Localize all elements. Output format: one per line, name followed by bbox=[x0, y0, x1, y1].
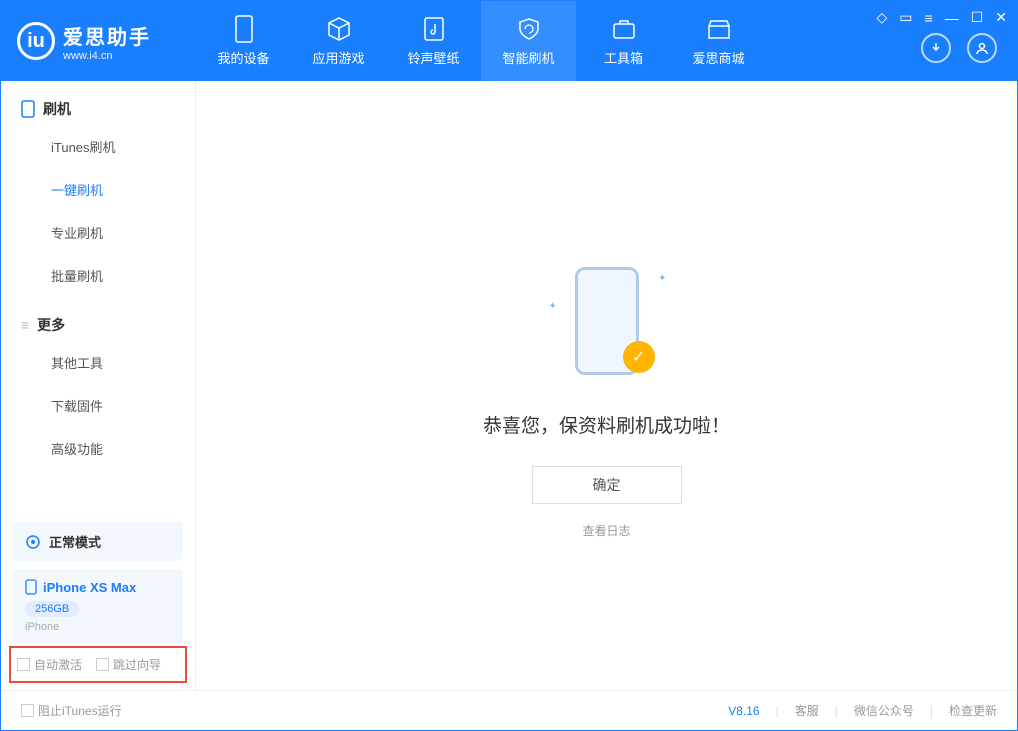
wechat-link[interactable]: 微信公众号 bbox=[854, 702, 914, 719]
sidebar-item-itunes-flash[interactable]: iTunes刷机 bbox=[1, 125, 195, 168]
app-logo-icon: iu bbox=[17, 22, 55, 60]
checkbox-skip-guide[interactable]: 跳过向导 bbox=[96, 656, 161, 673]
checkbox-label: 自动激活 bbox=[34, 656, 82, 673]
device-capacity: 256GB bbox=[25, 601, 79, 617]
tab-label: 铃声壁纸 bbox=[407, 48, 459, 67]
menu-icon[interactable]: ≡ bbox=[925, 10, 933, 26]
mode-label: 正常模式 bbox=[49, 532, 101, 551]
minimize-icon[interactable]: — bbox=[945, 10, 959, 26]
separator: | bbox=[835, 704, 838, 718]
sidebar-section-more: ≡ 更多 bbox=[1, 297, 195, 341]
phone-icon bbox=[21, 100, 35, 118]
checkbox-label: 跳过向导 bbox=[113, 656, 161, 673]
logo-area: iu 爱思助手 www.i4.cn bbox=[1, 21, 196, 62]
check-update-link[interactable]: 检查更新 bbox=[949, 702, 997, 719]
checkbox-icon bbox=[96, 658, 109, 671]
checkbox-label: 阻止iTunes运行 bbox=[38, 702, 122, 719]
download-button[interactable] bbox=[921, 33, 951, 63]
tab-apps-games[interactable]: 应用游戏 bbox=[291, 1, 386, 81]
tab-label: 爱思商城 bbox=[692, 48, 744, 67]
check-badge-icon: ✓ bbox=[623, 341, 655, 373]
tab-ringtone-wallpaper[interactable]: 铃声壁纸 bbox=[386, 1, 481, 81]
title-bar: iu 爱思助手 www.i4.cn 我的设备 应用游戏 铃声壁纸 智能刷机 工具… bbox=[1, 1, 1017, 81]
tab-smart-flash[interactable]: 智能刷机 bbox=[481, 1, 576, 81]
device-type: iPhone bbox=[25, 621, 171, 633]
close-icon[interactable]: ✕ bbox=[995, 9, 1007, 26]
shield-refresh-icon bbox=[516, 16, 542, 42]
maximize-icon[interactable]: ☐ bbox=[971, 9, 984, 26]
nav-tabs: 我的设备 应用游戏 铃声壁纸 智能刷机 工具箱 爱思商城 bbox=[196, 1, 766, 81]
ok-button[interactable]: 确定 bbox=[532, 466, 682, 504]
sidebar-section-flash: 刷机 bbox=[1, 81, 195, 125]
main-content: ✦ ✦ ✓ 恭喜您，保资料刷机成功啦！ 确定 查看日志 bbox=[196, 81, 1017, 691]
app-title: 爱思助手 bbox=[63, 21, 151, 50]
device-icon bbox=[231, 16, 257, 42]
separator: | bbox=[776, 704, 779, 718]
tab-toolbox[interactable]: 工具箱 bbox=[576, 1, 671, 81]
status-bar: 阻止iTunes运行 V8.16 | 客服 | 微信公众号 | 检查更新 bbox=[1, 690, 1017, 730]
success-message: 恭喜您，保资料刷机成功啦！ bbox=[483, 411, 730, 438]
success-illustration: ✦ ✦ ✓ bbox=[567, 261, 647, 381]
checkbox-row-highlighted: 自动激活 跳过向导 bbox=[9, 646, 187, 683]
version-label: V8.16 bbox=[728, 704, 759, 718]
sidebar: 刷机 iTunes刷机 一键刷机 专业刷机 批量刷机 ≡ 更多 其他工具 下载固… bbox=[1, 81, 196, 691]
mode-box[interactable]: 正常模式 bbox=[13, 522, 183, 561]
app-subtitle: www.i4.cn bbox=[63, 50, 151, 62]
sidebar-item-download-firmware[interactable]: 下载固件 bbox=[1, 384, 195, 427]
sidebar-item-other-tools[interactable]: 其他工具 bbox=[1, 341, 195, 384]
sidebar-item-pro-flash[interactable]: 专业刷机 bbox=[1, 211, 195, 254]
skin-icon[interactable]: ▭ bbox=[899, 9, 912, 26]
checkbox-icon bbox=[21, 704, 34, 717]
section-title: 刷机 bbox=[43, 99, 71, 119]
tab-label: 我的设备 bbox=[217, 48, 269, 67]
separator: | bbox=[930, 704, 933, 718]
support-link[interactable]: 客服 bbox=[795, 702, 819, 719]
tab-label: 应用游戏 bbox=[312, 48, 364, 67]
tab-label: 工具箱 bbox=[604, 48, 643, 67]
window-controls: ◇ ▭ ≡ — ☐ ✕ bbox=[877, 9, 1007, 26]
shirt-icon[interactable]: ◇ bbox=[877, 9, 888, 26]
sparkle-icon: ✦ bbox=[658, 273, 666, 284]
music-file-icon bbox=[421, 16, 447, 42]
mode-icon bbox=[25, 534, 41, 550]
sidebar-item-batch-flash[interactable]: 批量刷机 bbox=[1, 254, 195, 297]
sparkle-icon: ✦ bbox=[549, 301, 557, 312]
tab-my-device[interactable]: 我的设备 bbox=[196, 1, 291, 81]
cube-icon bbox=[326, 16, 352, 42]
tab-label: 智能刷机 bbox=[502, 48, 554, 67]
tab-store[interactable]: 爱思商城 bbox=[671, 1, 766, 81]
user-button[interactable] bbox=[967, 33, 997, 63]
checkbox-auto-activate[interactable]: 自动激活 bbox=[17, 656, 82, 673]
section-title: 更多 bbox=[37, 315, 65, 335]
device-name-label: iPhone XS Max bbox=[43, 580, 136, 595]
device-box[interactable]: iPhone XS Max 256GB iPhone bbox=[13, 569, 183, 643]
sidebar-item-oneclick-flash[interactable]: 一键刷机 bbox=[1, 168, 195, 211]
toolbox-icon bbox=[611, 16, 637, 42]
list-icon: ≡ bbox=[21, 317, 29, 333]
view-log-link[interactable]: 查看日志 bbox=[582, 522, 630, 539]
device-icon bbox=[25, 579, 37, 595]
checkbox-icon bbox=[17, 658, 30, 671]
store-icon bbox=[706, 16, 732, 42]
checkbox-block-itunes[interactable]: 阻止iTunes运行 bbox=[21, 702, 122, 719]
sidebar-item-advanced[interactable]: 高级功能 bbox=[1, 427, 195, 470]
